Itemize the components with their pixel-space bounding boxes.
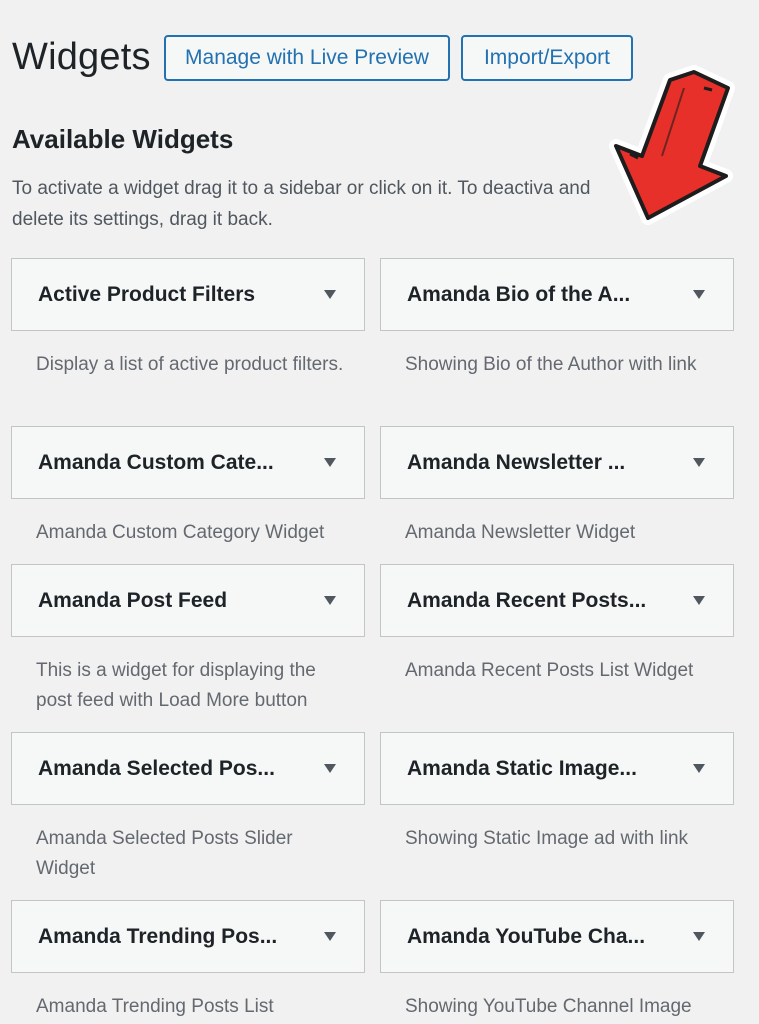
- widget-description: Showing YouTube Channel Image: [405, 996, 692, 1017]
- widgets-page: Widgets Manage with Live Preview Import/…: [0, 0, 759, 1024]
- caret-down-icon[interactable]: [693, 290, 705, 299]
- widget-title: Amanda Recent Posts...: [407, 589, 647, 612]
- widget-amanda-selected-posts[interactable]: Amanda Selected Pos...: [11, 732, 365, 805]
- widget-description: This is a widget for displaying the post…: [36, 660, 316, 711]
- widget-description: Amanda Newsletter Widget: [405, 522, 636, 543]
- widget-description: Amanda Custom Category Widget: [36, 522, 325, 543]
- widget-amanda-custom-category[interactable]: Amanda Custom Cate...: [11, 426, 365, 499]
- caret-down-icon[interactable]: [693, 596, 705, 605]
- widget-title: Active Product Filters: [38, 283, 256, 306]
- widget-description: Amanda Selected Posts Slider Widget: [36, 828, 293, 879]
- widget-amanda-static-image[interactable]: Amanda Static Image...: [380, 732, 734, 805]
- widget-amanda-youtube-channel[interactable]: Amanda YouTube Cha...: [380, 900, 734, 973]
- available-widgets-description: To activate a widget drag it to a sideba…: [12, 178, 591, 230]
- widget-title: Amanda Custom Cate...: [38, 451, 274, 474]
- widget-description: Amanda Trending Posts List: [36, 996, 274, 1017]
- caret-down-icon[interactable]: [693, 932, 705, 941]
- widget-title: Amanda Static Image...: [407, 757, 637, 780]
- widget-active-product-filters[interactable]: Active Product Filters: [11, 258, 365, 331]
- red-arrow-icon: [600, 58, 750, 228]
- widget-title: Amanda Newsletter ...: [407, 451, 626, 474]
- available-widgets-heading: Available Widgets: [12, 124, 234, 154]
- widget-title: Amanda Bio of the A...: [407, 283, 631, 306]
- widget-description: Amanda Recent Posts List Widget: [405, 660, 694, 681]
- caret-down-icon[interactable]: [693, 764, 705, 773]
- widget-amanda-recent-posts[interactable]: Amanda Recent Posts...: [380, 564, 734, 637]
- widget-amanda-trending-posts[interactable]: Amanda Trending Pos...: [11, 900, 365, 973]
- widget-amanda-bio[interactable]: Amanda Bio of the A...: [380, 258, 734, 331]
- widget-amanda-post-feed[interactable]: Amanda Post Feed: [11, 564, 365, 637]
- widget-title: Amanda Trending Pos...: [38, 925, 278, 948]
- caret-down-icon[interactable]: [324, 458, 336, 467]
- widget-title: Amanda YouTube Cha...: [407, 925, 646, 948]
- manage-live-preview-button[interactable]: Manage with Live Preview: [164, 35, 450, 81]
- widget-title: Amanda Post Feed: [38, 589, 228, 612]
- page-title: Widgets: [12, 36, 151, 78]
- widget-title: Amanda Selected Pos...: [38, 757, 275, 780]
- caret-down-icon[interactable]: [324, 764, 336, 773]
- caret-down-icon[interactable]: [324, 932, 336, 941]
- caret-down-icon[interactable]: [324, 596, 336, 605]
- caret-down-icon[interactable]: [693, 458, 705, 467]
- widget-amanda-newsletter[interactable]: Amanda Newsletter ...: [380, 426, 734, 499]
- widget-description: Showing Bio of the Author with link: [405, 354, 697, 375]
- widget-description: Showing Static Image ad with link: [405, 828, 689, 849]
- widget-description: Display a list of active product filters…: [36, 354, 344, 375]
- caret-down-icon[interactable]: [324, 290, 336, 299]
